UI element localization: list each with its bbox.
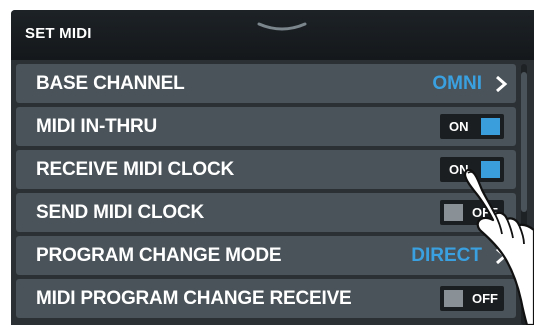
midi-in-thru-toggle[interactable]: ON (440, 114, 504, 139)
setting-row-receive-midi-clock: RECEIVE MIDI CLOCK ON (16, 150, 516, 189)
chevron-right-icon (496, 75, 508, 93)
header-bar: SET MIDI (11, 10, 534, 60)
setting-row-program-change-mode[interactable]: PROGRAM CHANGE MODE DIRECT (16, 236, 516, 275)
toggle-knob (481, 118, 500, 135)
chevron-down-icon[interactable] (257, 22, 307, 36)
setting-label: MIDI PROGRAM CHANGE RECEIVE (36, 288, 352, 309)
setting-label: MIDI IN-THRU (36, 116, 158, 137)
setting-row-midi-program-change-receive: MIDI PROGRAM CHANGE RECEIVE OFF (16, 279, 516, 318)
setting-label: BASE CHANNEL (36, 73, 185, 94)
setting-row-midi-in-thru: MIDI IN-THRU ON (16, 107, 516, 146)
setting-label: SEND MIDI CLOCK (36, 202, 205, 223)
settings-list: BASE CHANNEL OMNI MIDI IN-THRU ON RECEIV… (16, 64, 516, 322)
pointing-hand-icon (463, 168, 534, 325)
setting-label: PROGRAM CHANGE MODE (36, 245, 282, 266)
setting-row-send-midi-clock: SEND MIDI CLOCK OFF (16, 193, 516, 232)
toggle-state: ON (449, 119, 469, 134)
setting-row-base-channel[interactable]: BASE CHANNEL OMNI (16, 64, 516, 103)
setting-label: RECEIVE MIDI CLOCK (36, 159, 235, 180)
setting-value: OMNI (432, 73, 482, 94)
page-title: SET MIDI (25, 25, 92, 42)
